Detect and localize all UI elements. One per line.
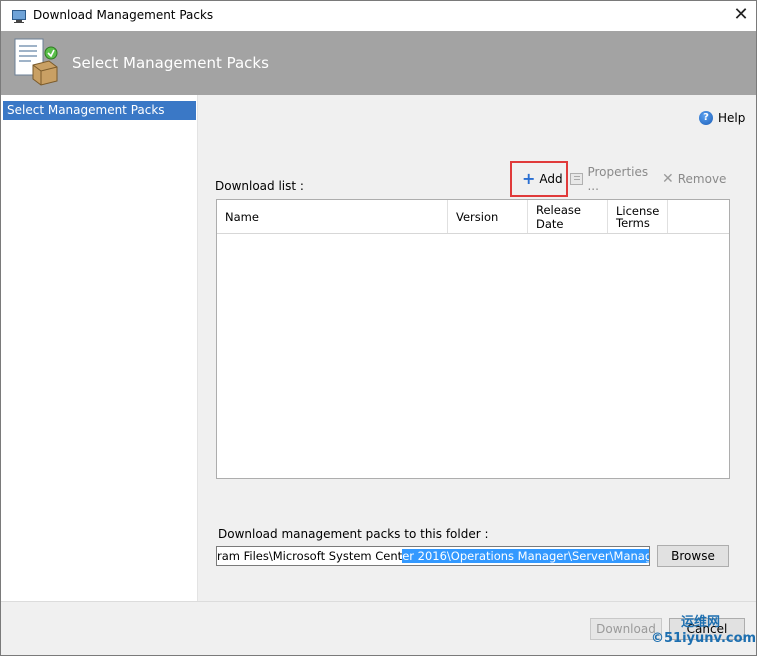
list-header: Name Version Release Date License Terms: [217, 200, 729, 234]
title-bar: Download Management Packs ✕: [1, 1, 756, 31]
download-list[interactable]: Name Version Release Date License Terms: [216, 199, 730, 479]
column-header-license-terms[interactable]: License Terms: [608, 200, 668, 233]
column-header-version[interactable]: Version: [448, 200, 528, 233]
browse-button[interactable]: Browse: [657, 545, 729, 567]
folder-label: Download management packs to this folder…: [218, 527, 489, 541]
remove-label: Remove: [677, 172, 727, 186]
download-button[interactable]: Download: [590, 618, 662, 640]
help-icon: ?: [699, 111, 713, 125]
properties-label: Properties ...: [587, 165, 649, 193]
column-header-release-date[interactable]: Release Date: [528, 200, 608, 233]
add-label: Add: [539, 172, 563, 186]
column-header-name[interactable]: Name: [217, 200, 448, 233]
close-icon[interactable]: ✕: [727, 3, 755, 29]
plus-icon: +: [522, 169, 536, 188]
wizard-nav: Select Management Packs: [1, 95, 198, 601]
properties-icon: [570, 173, 584, 185]
folder-path-input[interactable]: ram Files\Microsoft System Center 2016\O…: [216, 546, 650, 566]
download-management-packs-dialog: Download Management Packs ✕ Select Manag…: [0, 0, 757, 656]
folder-path-text: ram Files\Microsoft System Cent: [217, 549, 403, 563]
remove-x-icon: ✕: [662, 171, 674, 187]
cancel-button[interactable]: Cancel: [669, 618, 745, 640]
nav-item-select-management-packs[interactable]: Select Management Packs: [3, 101, 196, 120]
remove-button[interactable]: ✕ Remove: [662, 161, 732, 197]
column-header-empty: [668, 200, 729, 233]
help-label: Help: [718, 111, 746, 125]
add-button[interactable]: + Add: [510, 161, 568, 197]
properties-button[interactable]: Properties ...: [568, 161, 660, 197]
help-link[interactable]: ? Help: [699, 109, 745, 127]
management-pack-icon: [14, 38, 58, 86]
app-icon: [12, 10, 26, 23]
main-content: ? Help Download list : + Add Properties …: [198, 95, 756, 601]
footer: Download Cancel: [1, 601, 756, 655]
window-title: Download Management Packs: [33, 8, 214, 22]
download-list-label: Download list :: [215, 179, 304, 193]
banner-title: Select Management Packs: [72, 54, 269, 72]
folder-path-selected-text: er 2016\Operations Manager\Server\Manage…: [402, 549, 649, 563]
header-banner: Select Management Packs: [1, 31, 756, 95]
